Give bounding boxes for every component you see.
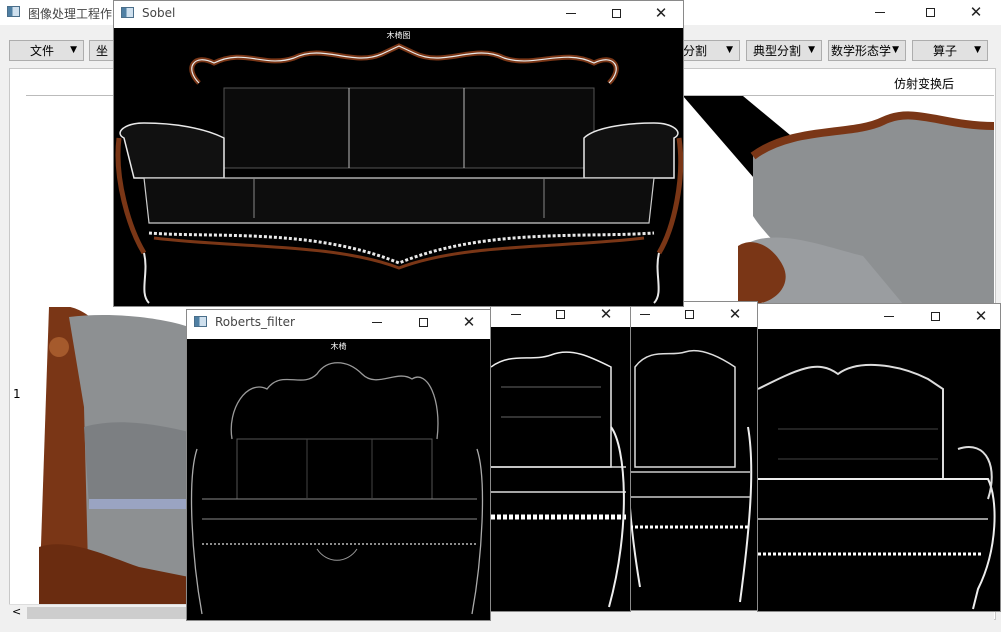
- window-app-icon: [194, 316, 207, 327]
- row-number: 1: [13, 387, 21, 401]
- edge-sofa-right: [758, 363, 996, 610]
- chevron-down-icon: ▼: [70, 45, 77, 55]
- minimize-icon: [372, 322, 382, 323]
- roberts-filter-window: Roberts_filter ✕ 木椅: [186, 309, 491, 621]
- scroll-thumb[interactable]: [27, 607, 197, 619]
- main-window-title: 图像处理工程作: [28, 7, 113, 21]
- filter-window-right: ✕: [757, 303, 1001, 612]
- coords-menu-label: 坐: [96, 44, 109, 58]
- typical-segment-menu-label: 典型分割: [753, 44, 802, 58]
- window-app-icon: [7, 6, 20, 17]
- maximize-icon: [930, 312, 940, 321]
- maximize-button[interactable]: [400, 310, 446, 335]
- close-button[interactable]: ✕: [712, 302, 757, 327]
- close-button[interactable]: ✕: [638, 1, 683, 26]
- sobel-window: Sobel ✕ 木椅图: [113, 0, 684, 307]
- edge-sofa-middle: [630, 350, 753, 603]
- scroll-left-icon[interactable]: <: [12, 605, 21, 618]
- minimize-button[interactable]: [857, 0, 903, 25]
- sobel-titlebar: Sobel ✕: [114, 1, 683, 26]
- filter-window-left: ✕: [490, 301, 631, 612]
- minimize-icon: [884, 316, 894, 317]
- operator-menu-button[interactable]: 算子 ▼: [912, 40, 988, 61]
- minimize-icon: [566, 13, 576, 14]
- maximize-icon: [925, 8, 935, 17]
- sobel-image-caption: 木椅图: [386, 31, 411, 40]
- maximize-button[interactable]: [912, 304, 958, 329]
- minimize-icon: [640, 314, 650, 315]
- operator-menu-label: 算子: [933, 44, 958, 58]
- close-button[interactable]: ✕: [958, 304, 1000, 329]
- edge-sofa-left: [491, 351, 626, 608]
- sobel-window-title: Sobel: [142, 6, 176, 20]
- chevron-down-icon: ▼: [808, 45, 815, 55]
- filter-window-middle: ✕: [629, 301, 758, 611]
- roberts-image-caption: 木椅: [330, 342, 347, 351]
- minimize-button[interactable]: [548, 1, 594, 26]
- original-image: [29, 307, 189, 605]
- roberts-titlebar: Roberts_filter ✕: [187, 310, 490, 335]
- maximize-button[interactable]: [593, 1, 639, 26]
- file-menu-button[interactable]: 文件 ▼: [9, 40, 84, 61]
- close-button[interactable]: ✕: [446, 310, 490, 335]
- filter-window-right-titlebar: ✕: [758, 304, 1000, 329]
- minimize-button[interactable]: [866, 304, 912, 329]
- affine-image: [683, 96, 994, 304]
- chevron-down-icon: ▼: [892, 45, 899, 55]
- filter-image-right: [758, 329, 1000, 611]
- typical-segment-menu-button[interactable]: 典型分割 ▼: [746, 40, 822, 61]
- morphology-menu-button[interactable]: 数学形态学 ▼: [828, 40, 906, 61]
- chevron-down-icon: ▼: [974, 45, 981, 55]
- morphology-menu-label: 数学形态学: [831, 44, 892, 58]
- filter-image-middle: [630, 327, 757, 610]
- file-menu-label: 文件: [30, 44, 55, 58]
- close-button[interactable]: ✕: [953, 0, 999, 25]
- roberts-image: 木椅: [187, 339, 490, 620]
- roberts-window-title: Roberts_filter: [215, 315, 295, 329]
- maximize-button[interactable]: [907, 0, 953, 25]
- maximize-icon: [555, 310, 565, 319]
- chevron-down-icon: ▼: [726, 45, 733, 55]
- maximize-icon: [418, 318, 428, 327]
- roberts-edge-sofa: [190, 362, 484, 615]
- affine-label: 仿射变换后: [894, 77, 955, 91]
- maximize-icon: [684, 310, 694, 319]
- sobel-image: 木椅图: [114, 28, 683, 306]
- minimize-icon: [875, 12, 885, 13]
- minimize-button[interactable]: [354, 310, 400, 335]
- maximize-icon: [611, 9, 621, 18]
- minimize-icon: [511, 314, 521, 315]
- filter-image-left: [491, 327, 630, 611]
- window-app-icon: [121, 7, 134, 18]
- sobel-edge-sofa: [115, 43, 683, 304]
